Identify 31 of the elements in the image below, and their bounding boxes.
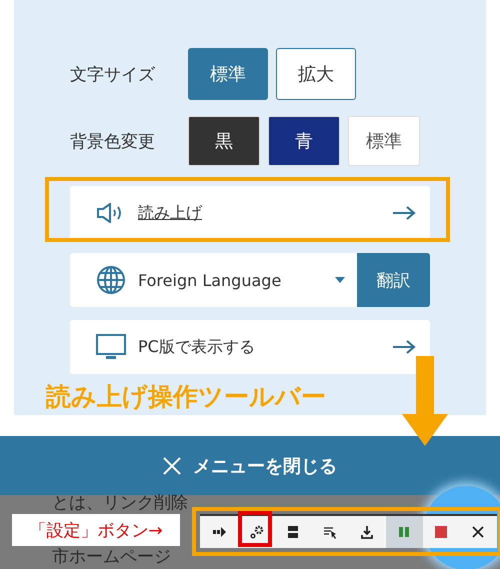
background-color-button[interactable]: 青 bbox=[268, 116, 340, 166]
pc-view-link[interactable]: PC版で表示する bbox=[70, 320, 430, 374]
caret-icon bbox=[335, 277, 345, 283]
setting-label: 背景色変更 bbox=[70, 130, 156, 152]
forward-icon bbox=[210, 524, 227, 540]
translate-button[interactable]: 翻訳 bbox=[357, 253, 430, 307]
read-aloud-label[interactable]: 読み上げ bbox=[138, 202, 392, 224]
download-icon bbox=[359, 524, 376, 540]
font-size-button[interactable]: 標準 bbox=[188, 48, 268, 100]
language-label: Foreign Language bbox=[138, 270, 282, 290]
stop-icon bbox=[433, 524, 450, 540]
pc-view-label: PC版で表示する bbox=[138, 336, 256, 358]
language-select[interactable]: Foreign Language 翻訳 bbox=[70, 253, 430, 307]
page-text: 市ホームページ bbox=[52, 548, 171, 567]
settings-caption: 「設定」ボタン→ bbox=[12, 514, 180, 546]
arrow-icon bbox=[392, 340, 416, 354]
setting-label: 文字サイズ bbox=[70, 64, 156, 86]
font-size-button[interactable]: 拡大 bbox=[276, 48, 356, 100]
page-text: とは、リンク削除 bbox=[52, 494, 188, 513]
background-color-button[interactable]: 黒 bbox=[188, 116, 260, 166]
read-aloud-link[interactable]: 読み上げ bbox=[70, 186, 430, 240]
close-icon bbox=[470, 524, 486, 540]
arrow-icon bbox=[392, 206, 416, 220]
close-icon bbox=[163, 456, 181, 474]
background-color-button[interactable]: 標準 bbox=[348, 116, 420, 166]
close-menu-button[interactable]: メニューを閉じる bbox=[0, 436, 500, 495]
globe-icon bbox=[96, 265, 126, 295]
monitor-icon bbox=[96, 334, 126, 360]
down-arrow-icon bbox=[402, 356, 448, 446]
settings-icon bbox=[248, 524, 264, 540]
toolbar-caption: 読み上げ操作ツールバー bbox=[46, 381, 326, 413]
